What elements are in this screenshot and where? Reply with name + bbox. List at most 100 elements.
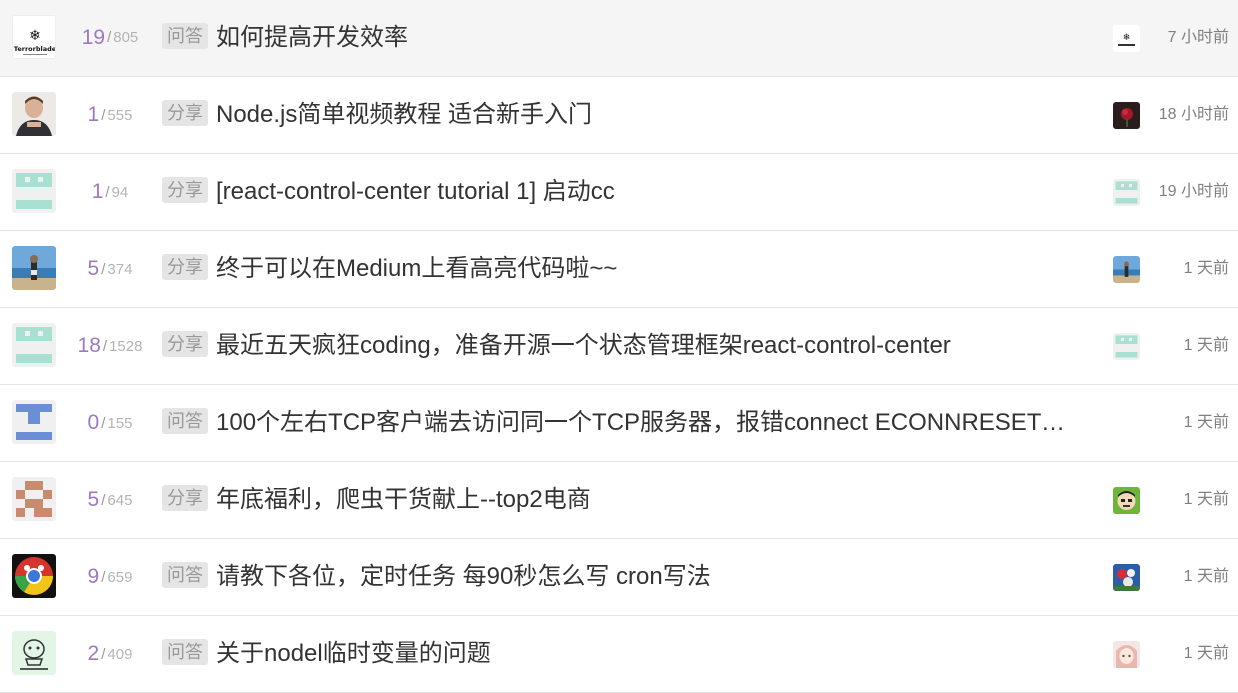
flower-photo-icon <box>1113 564 1140 591</box>
topic-title-link[interactable]: 请教下各位，定时任务 每90秒怎么写 cron写法 <box>216 539 1066 615</box>
reply-count: 2 <box>87 642 100 665</box>
topic-title-link[interactable]: 如何提高开发效率 <box>216 0 1066 76</box>
reply-visit-count: 19/805 <box>70 0 150 76</box>
topic-title-link[interactable]: 100个左右TCP客户端去访问同一个TCP服务器，报错connect ECONN… <box>216 385 1066 461</box>
last-reply-avatar[interactable] <box>1113 179 1140 206</box>
beach-photo-icon <box>1113 256 1140 283</box>
reply-visit-count: 9/659 <box>87 565 133 588</box>
terrorblade-logo-icon: ❄ <box>1113 25 1140 52</box>
last-reply-time[interactable]: 1 天前 <box>1184 231 1229 307</box>
last-reply-avatar[interactable]: ❄ <box>1113 25 1140 52</box>
reply-visit-count: 5/374 <box>87 257 133 280</box>
reply-visit-count: 1/94 <box>91 180 129 203</box>
last-reply-time[interactable]: 1 天前 <box>1184 462 1229 538</box>
topic-tab-badge: 分享 <box>162 177 208 203</box>
red-chrome-bird-icon <box>12 554 56 598</box>
teal-identicon-icon <box>1113 333 1140 360</box>
topic-tab-badge: 分享 <box>162 331 208 357</box>
last-reply-time[interactable]: 1 天前 <box>1184 385 1229 461</box>
author-avatar[interactable]: ❄ Terrorblade <box>12 15 56 59</box>
topic-title-link[interactable]: 关于nodel临时变量的问题 <box>216 616 1066 692</box>
last-reply-avatar[interactable] <box>1113 102 1140 129</box>
topic-tab-badge: 分享 <box>162 100 208 126</box>
author-avatar[interactable] <box>12 631 56 675</box>
reply-visit-count: 1/555 <box>87 103 133 126</box>
brown-identicon-icon <box>12 477 56 521</box>
last-reply-avatar[interactable] <box>1113 564 1140 591</box>
topic-title-link[interactable]: 终于可以在Medium上看高亮代码啦~~ <box>216 231 1066 307</box>
visit-count: 1528 <box>109 337 143 355</box>
topic-tab-badge: 分享 <box>162 254 208 280</box>
topic-title-link[interactable]: 年底福利，爬虫干货献上--top2电商 <box>216 462 1066 538</box>
topic-title-link[interactable]: Node.js简单视频教程 适合新手入门 <box>216 77 1066 153</box>
topic-row[interactable]: 18/1528 分享 最近五天疯狂coding，准备开源一个状态管理框架reac… <box>0 308 1238 385</box>
reply-count: 19 <box>81 26 106 49</box>
author-avatar[interactable] <box>12 246 56 290</box>
svg-text:Terrorblade: Terrorblade <box>14 45 56 53</box>
reply-count: 1 <box>87 103 100 126</box>
topic-title-link[interactable]: 最近五天疯狂coding，准备开源一个状态管理框架react-control-c… <box>216 308 1066 384</box>
last-reply-avatar[interactable] <box>1113 487 1140 514</box>
author-avatar[interactable] <box>12 554 56 598</box>
author-avatar[interactable] <box>12 92 56 136</box>
author-avatar[interactable] <box>12 169 56 213</box>
visit-count: 409 <box>107 645 133 663</box>
blue-identicon-icon <box>12 400 56 444</box>
topic-tab-badge: 分享 <box>162 485 208 511</box>
last-reply-time[interactable]: 1 天前 <box>1184 616 1229 692</box>
last-reply-time[interactable]: 1 天前 <box>1184 308 1229 384</box>
author-avatar[interactable] <box>12 477 56 521</box>
reply-count: 5 <box>87 257 100 280</box>
visit-count: 155 <box>107 414 133 432</box>
topic-row[interactable]: 2/409 问答 关于nodel临时变量的问题 1 天前 <box>0 616 1238 693</box>
topic-row[interactable]: 0/155 问答 100个左右TCP客户端去访问同一个TCP服务器，报错conn… <box>0 385 1238 462</box>
green-cartoon-icon <box>1113 487 1140 514</box>
visit-count: 645 <box>107 491 133 509</box>
last-reply-time[interactable]: 18 小时前 <box>1159 77 1229 153</box>
red-flower-icon <box>1113 102 1140 129</box>
reply-visit-count: 2/409 <box>87 642 133 665</box>
topic-row[interactable]: 5/645 分享 年底福利，爬虫干货献上--top2电商 1 天前 <box>0 462 1238 539</box>
topic-list: ❄ Terrorblade 19/805 问答 如何提高开发效率 ❄ 7 小时前 <box>0 0 1238 693</box>
last-reply-avatar[interactable] <box>1113 641 1140 668</box>
topic-row[interactable]: 9/659 问答 请教下各位，定时任务 每90秒怎么写 cron写法 1 天前 <box>0 539 1238 616</box>
svg-text:❄: ❄ <box>1123 33 1131 43</box>
topic-row[interactable]: 1/555 分享 Node.js简单视频教程 适合新手入门 18 小时前 <box>0 77 1238 154</box>
visit-count: 659 <box>107 568 133 586</box>
author-avatar[interactable] <box>12 400 56 444</box>
topic-row[interactable]: 5/374 分享 终于可以在Medium上看高亮代码啦~~ 1 天前 <box>0 231 1238 308</box>
sketch-cartoon-icon <box>12 631 56 675</box>
teal-identicon-icon <box>12 169 56 213</box>
reply-visit-count: 0/155 <box>87 411 133 434</box>
topic-tab-badge: 问答 <box>162 639 208 665</box>
reply-visit-count: 5/645 <box>87 488 133 511</box>
reply-count: 5 <box>87 488 100 511</box>
author-avatar[interactable] <box>12 323 56 367</box>
teal-identicon-icon <box>1113 179 1140 206</box>
beach-photo-icon <box>12 246 56 290</box>
reply-count: 1 <box>91 180 104 203</box>
topic-tab-badge: 问答 <box>162 562 208 588</box>
reply-count: 18 <box>77 334 101 357</box>
last-reply-time[interactable]: 1 天前 <box>1184 539 1229 615</box>
anime-girl-icon <box>1113 641 1140 668</box>
visit-count: 555 <box>107 106 133 124</box>
reply-count: 0 <box>87 411 100 434</box>
visit-count: 374 <box>107 260 133 278</box>
visit-count: 805 <box>113 29 139 46</box>
terrorblade-logo-icon: ❄ Terrorblade <box>13 16 56 58</box>
visit-count: 94 <box>111 183 129 201</box>
person-photo-icon <box>12 92 56 136</box>
topic-title-link[interactable]: [react-control-center tutorial 1] 启动cc <box>216 154 1066 230</box>
teal-identicon-icon <box>12 323 56 367</box>
last-reply-time[interactable]: 7 小时前 <box>1168 0 1229 76</box>
last-reply-time[interactable]: 19 小时前 <box>1159 154 1229 230</box>
topic-row[interactable]: ❄ Terrorblade 19/805 问答 如何提高开发效率 ❄ 7 小时前 <box>0 0 1238 77</box>
last-reply-avatar[interactable] <box>1113 256 1140 283</box>
topic-row[interactable]: 1/94 分享 [react-control-center tutorial 1… <box>0 154 1238 231</box>
last-reply-avatar[interactable] <box>1113 333 1140 360</box>
svg-text:❄: ❄ <box>29 28 41 44</box>
topic-tab-badge: 问答 <box>162 23 208 49</box>
reply-count: 9 <box>87 565 100 588</box>
reply-visit-count: 18/1528 <box>77 334 143 357</box>
